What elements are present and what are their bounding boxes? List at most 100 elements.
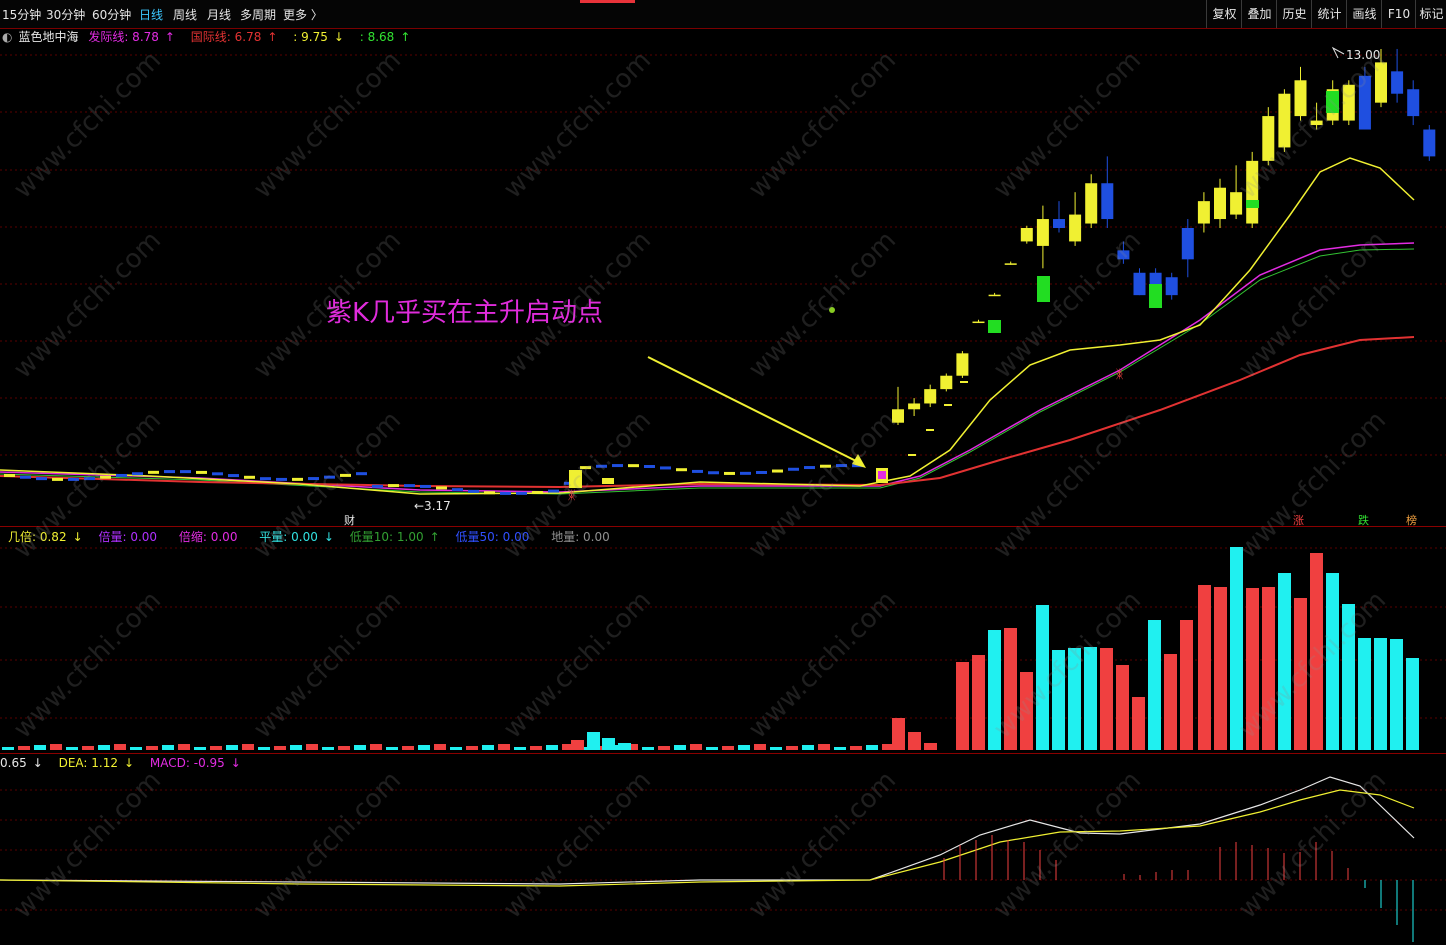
flat-candle (548, 489, 559, 493)
flat-candle (84, 477, 95, 481)
butterfly-icon: ᛤ (568, 488, 575, 502)
signal-candle (1037, 276, 1050, 302)
legend-diliang: 地量: 0.00 (551, 530, 610, 544)
legend-guoji: 国际线: 6.78 ↑ (190, 30, 278, 44)
flat-candle (372, 484, 383, 488)
flat-candle (660, 466, 671, 470)
volume-bar (354, 745, 366, 750)
candle-body (1423, 129, 1436, 157)
volume-bar (290, 745, 302, 750)
flat-candle (676, 468, 687, 472)
flat-candle (820, 464, 831, 468)
flat-candle (436, 486, 447, 490)
down-marker[interactable]: 跌 (1358, 512, 1369, 528)
flat-candle (692, 469, 703, 473)
flat-candle (740, 471, 751, 475)
candle-body (1358, 75, 1371, 130)
signal-dot (829, 307, 835, 313)
volume-bar (602, 738, 615, 750)
legend-yellow-line: : 9.75 ↓ (293, 30, 344, 44)
volume-bar (114, 744, 126, 750)
flat-candle (68, 477, 79, 481)
low-price-label: ←3.17 (414, 499, 451, 513)
flat-candle (602, 478, 614, 484)
volume-bar (1406, 658, 1419, 750)
volume-bar (1278, 573, 1291, 750)
volume-bar (1180, 620, 1193, 750)
flat-candle (100, 475, 111, 479)
flat-candle (484, 491, 495, 495)
flat-candle (324, 475, 335, 479)
candle-body (924, 389, 937, 404)
volume-bar (770, 747, 782, 750)
volume-bar (908, 732, 921, 750)
candle-body (1375, 62, 1387, 103)
volume-bar (738, 745, 750, 750)
legend-macd: MACD: -0.95 ↓ (149, 756, 241, 770)
flat-candle (196, 470, 207, 474)
flat-candle (644, 464, 655, 468)
signal-candle (1149, 284, 1162, 308)
volume-bar (1068, 648, 1081, 750)
candle-body (1310, 120, 1323, 126)
volume-bar (450, 747, 462, 750)
volume-bar (1100, 648, 1113, 750)
volume-bar (1004, 628, 1017, 750)
volume-bar (130, 747, 142, 750)
flat-candle (340, 473, 351, 477)
up-marker[interactable]: 涨 (1293, 512, 1304, 528)
volume-bar (370, 744, 382, 750)
legend-diliang50: 低量50: 0.00 (455, 530, 530, 544)
volume-bar (754, 744, 766, 750)
indicator-toggle-icon[interactable]: ◐ (2, 30, 12, 44)
volume-legend: 几倍: 0.82 ↓ 倍量: 0.00 倍缩: 0.00 平量: 0.00 ↓ 低量… (8, 528, 628, 545)
volume-bar (1246, 588, 1259, 750)
candle-body (1069, 214, 1082, 242)
macd-legend: 0.65 ↓ DEA: 1.12 ↓ MACD: -0.95 ↓ (0, 756, 253, 770)
volume-bar (786, 746, 798, 750)
volume-bar (162, 745, 174, 750)
candle-body (1246, 160, 1259, 224)
volume-bar (1230, 547, 1243, 750)
finance-marker[interactable]: 财 (344, 512, 355, 528)
flat-candle (116, 473, 127, 477)
volume-bar (146, 746, 158, 750)
candle-body (1165, 277, 1178, 296)
volume-bar (546, 745, 558, 750)
stock-chart[interactable]: ᛤᛤ (0, 0, 1446, 945)
candle-body (956, 353, 969, 376)
indicator-name[interactable]: 蓝色地中海 (18, 30, 78, 44)
volume-bar (658, 746, 670, 750)
volume-bar (418, 745, 430, 750)
candle-body (1085, 183, 1098, 224)
flat-candle (804, 466, 815, 470)
candle-body (1181, 228, 1194, 260)
volume-bar (386, 747, 398, 750)
volume-bar (1052, 650, 1065, 750)
flat-candle (788, 467, 799, 471)
volume-bar (338, 746, 350, 750)
volume-bar (2, 747, 14, 750)
volume-bar (892, 718, 905, 750)
flat-candle (4, 474, 15, 477)
volume-bar (866, 745, 878, 750)
candle-body (1342, 84, 1355, 121)
rank-marker[interactable]: 榜 (1406, 512, 1417, 528)
candle-body (1278, 93, 1291, 148)
dif-line (0, 776, 1415, 885)
volume-bar (66, 747, 78, 750)
flat-candle (836, 464, 847, 468)
candle-body (1391, 71, 1404, 94)
volume-bar (1262, 587, 1275, 750)
flat-candle (452, 488, 463, 492)
volume-bar (258, 747, 270, 750)
flat-candle (244, 475, 255, 479)
candle-body (1262, 116, 1275, 161)
volume-bar (850, 746, 862, 750)
candle-body (1230, 192, 1243, 215)
legend-green-line: : 8.68 ↑ (359, 30, 411, 44)
volume-bar (1390, 639, 1403, 750)
volume-bar (82, 746, 94, 750)
volume-bar (642, 747, 654, 750)
volume-bar (274, 746, 286, 750)
